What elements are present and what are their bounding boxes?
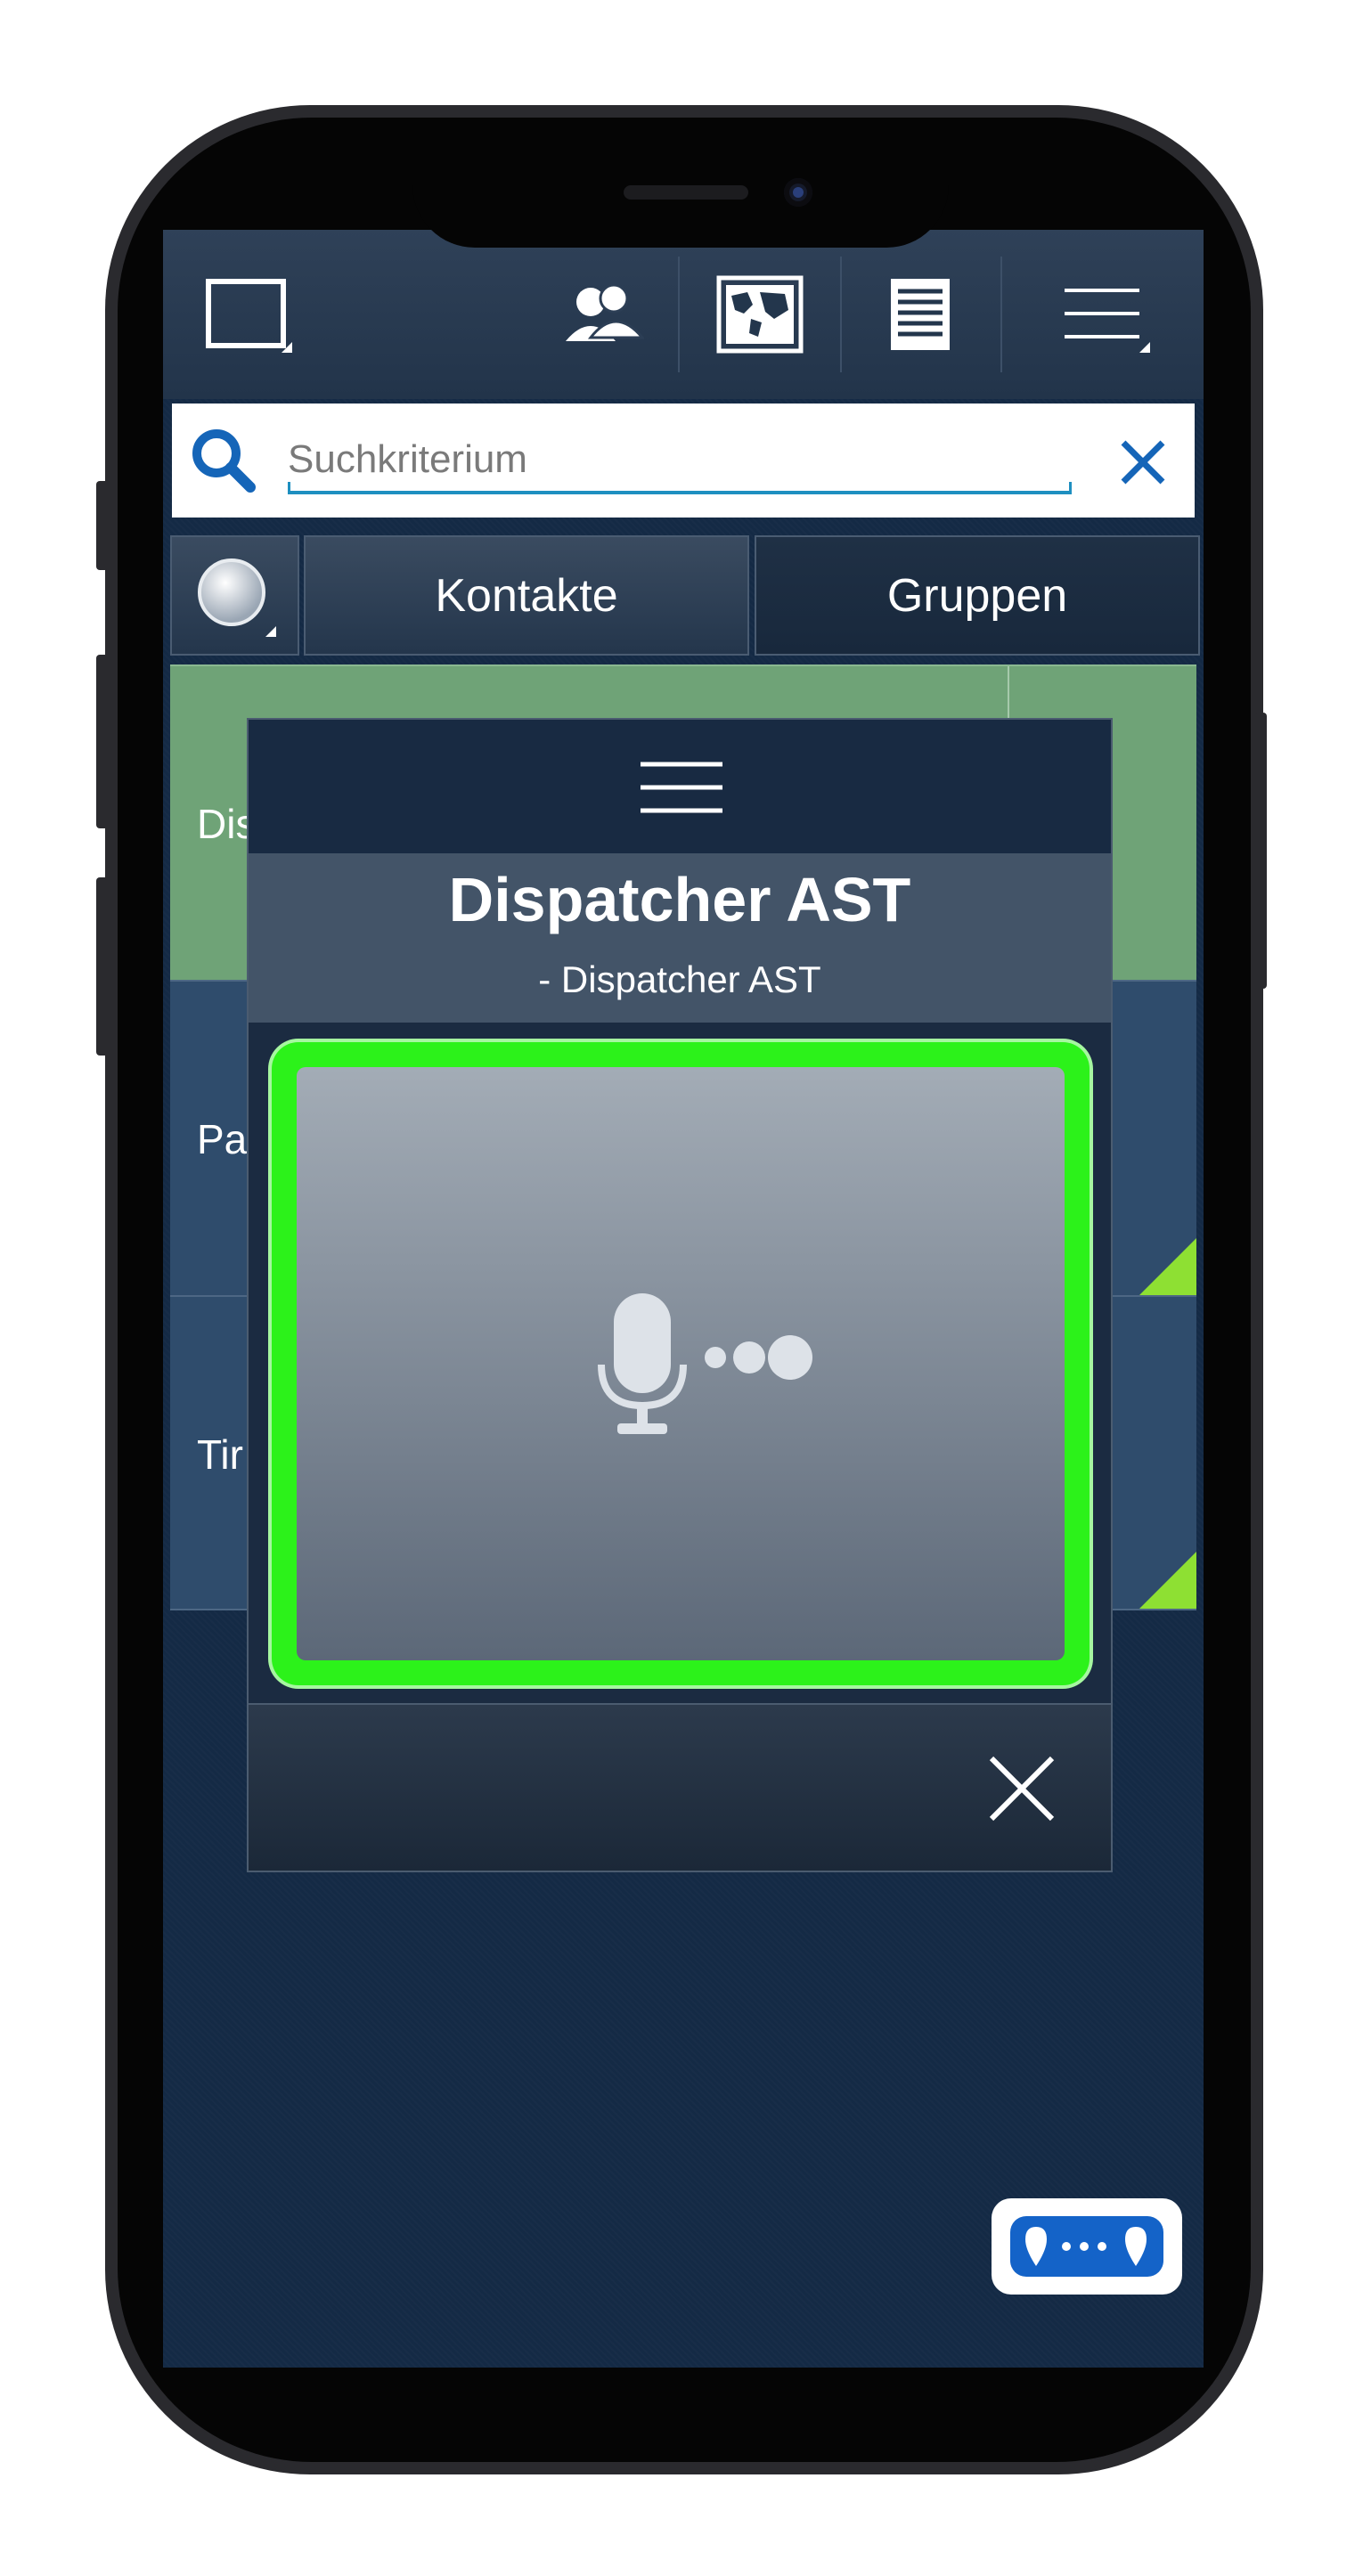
toolbar-divider xyxy=(678,257,680,372)
search-underline xyxy=(288,482,1072,494)
phone-speaker xyxy=(624,185,748,200)
status-corner-marker xyxy=(1139,1552,1196,1609)
list-item-label: Pa xyxy=(197,1116,248,1162)
window-button[interactable] xyxy=(190,257,306,372)
side-button xyxy=(96,655,109,828)
list-icon xyxy=(891,279,950,350)
tab-label: Gruppen xyxy=(886,569,1068,622)
push-to-talk-button[interactable] xyxy=(297,1067,1065,1660)
dialog-footer xyxy=(249,1703,1111,1871)
message-button[interactable] xyxy=(992,2198,1182,2295)
contacts-icon xyxy=(566,283,644,341)
phone-notch xyxy=(412,167,949,248)
tab-bar: Kontakte Gruppen xyxy=(163,528,1204,657)
list-item-label: Tir xyxy=(197,1431,243,1478)
dialog-subtitle: - Dispatcher AST xyxy=(538,958,821,1000)
menu-button[interactable] xyxy=(1036,257,1170,372)
search-input[interactable] xyxy=(286,432,1073,487)
toolbar-divider xyxy=(1000,257,1002,372)
tab-kontakte[interactable]: Kontakte xyxy=(304,535,749,656)
camera-lens xyxy=(793,187,804,198)
call-dialog: Dispatcher AST - Dispatcher AST xyxy=(247,718,1113,1872)
side-button xyxy=(96,481,109,570)
dialog-header xyxy=(249,720,1111,853)
map-button[interactable] xyxy=(698,257,822,372)
dialog-title: Dispatcher AST xyxy=(448,865,911,934)
top-toolbar xyxy=(163,230,1204,399)
search-bar xyxy=(172,404,1195,518)
hamburger-icon[interactable] xyxy=(637,759,726,818)
tab-gruppen[interactable]: Gruppen xyxy=(755,535,1200,656)
search-icon xyxy=(192,429,256,493)
side-button xyxy=(96,877,109,1056)
microphone-icon xyxy=(598,1293,812,1434)
tab-label: Kontakte xyxy=(435,569,618,622)
window-icon xyxy=(206,279,292,353)
message-button-inner xyxy=(1010,2216,1163,2277)
close-icon[interactable] xyxy=(986,1753,1057,1824)
clear-search-icon[interactable] xyxy=(1116,436,1170,489)
message-dots-icon xyxy=(1025,2227,1147,2266)
list-button[interactable] xyxy=(858,257,983,372)
app-screen: Kontakte Gruppen Dis Pa Tir Dispatcher A… xyxy=(163,230,1204,2368)
status-corner-marker xyxy=(1139,1238,1196,1295)
ptt-button-frame xyxy=(272,1042,1090,1685)
dialog-title-area: Dispatcher AST - Dispatcher AST xyxy=(249,853,1111,1023)
menu-icon xyxy=(1065,289,1150,353)
status-circle-icon xyxy=(197,558,276,637)
map-icon xyxy=(716,275,804,354)
contacts-button[interactable] xyxy=(546,257,662,372)
toolbar-divider xyxy=(840,257,842,372)
status-filter-button[interactable] xyxy=(170,535,299,656)
side-button xyxy=(1254,713,1267,989)
